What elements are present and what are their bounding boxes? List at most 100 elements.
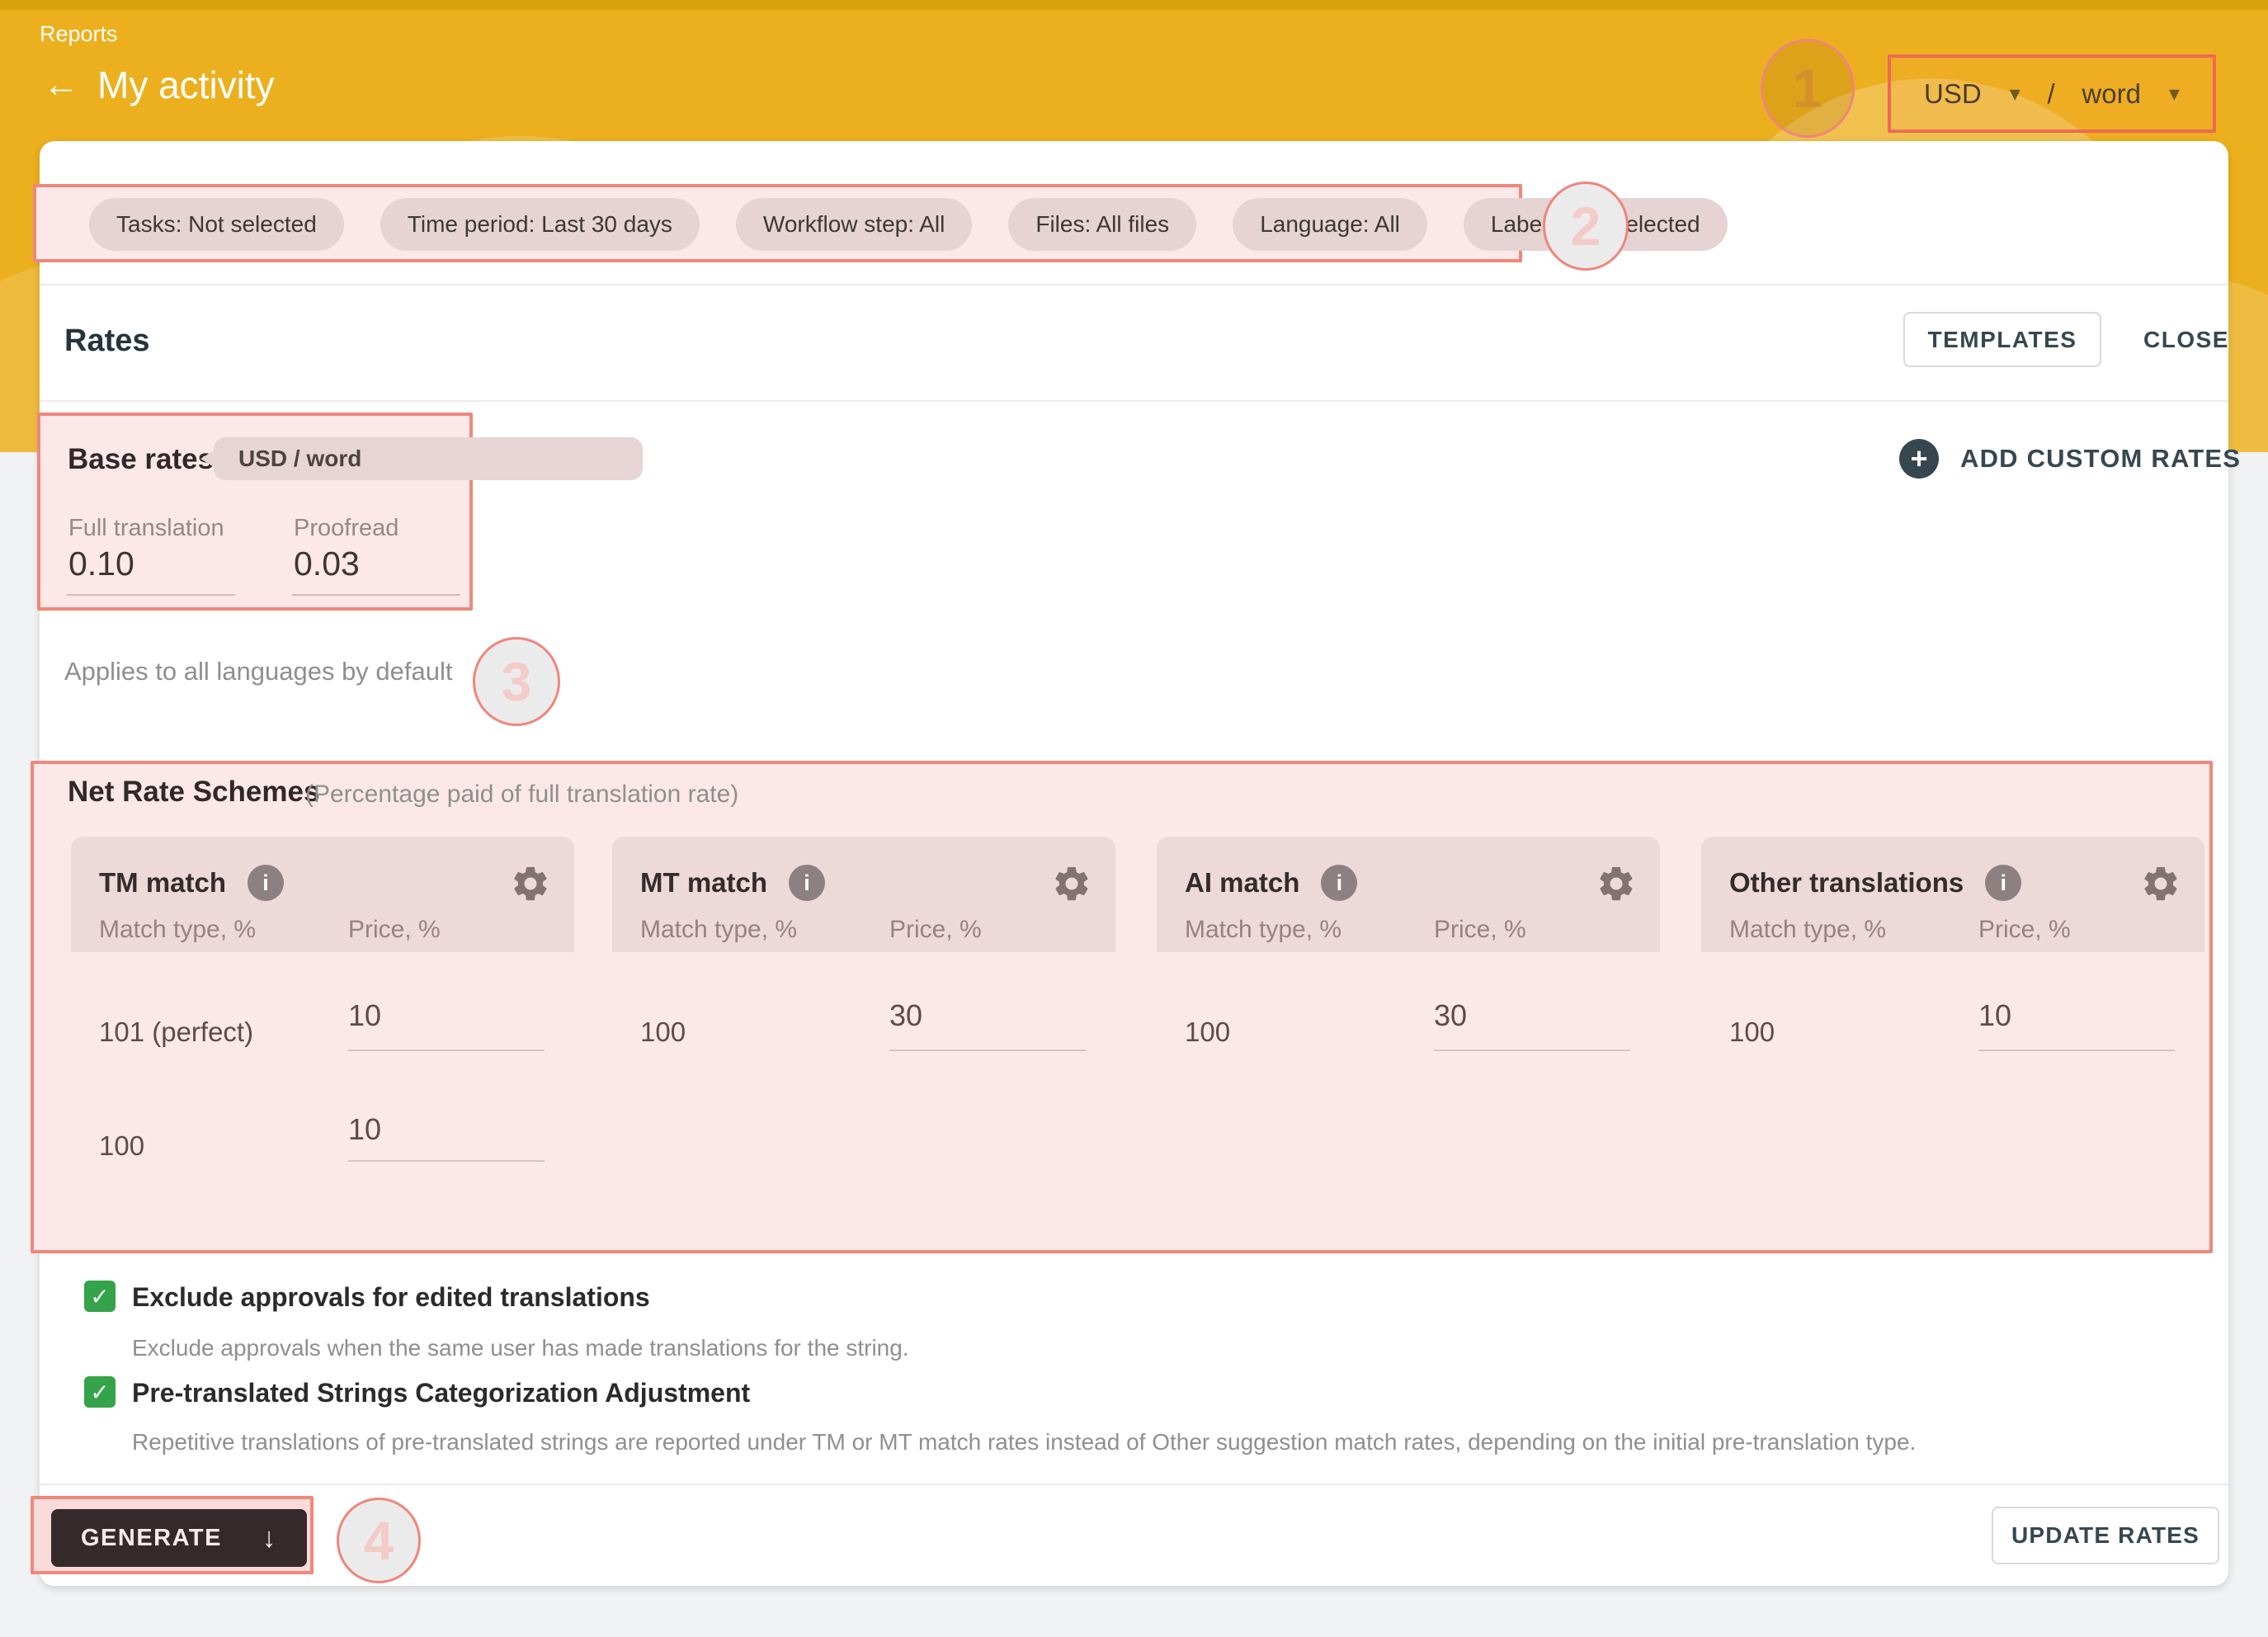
- match-type-column-label: Match type, %: [1729, 916, 1886, 944]
- net-rate-schemes-subtitle: (Percentage paid of full translation rat…: [305, 781, 738, 809]
- input-underline: [292, 594, 460, 596]
- base-rates-currency-badge: USD / word: [214, 437, 643, 480]
- input-underline: [1434, 1050, 1630, 1051]
- add-custom-rates-button[interactable]: + ADD CUSTOM RATES: [1899, 439, 2241, 479]
- unit-value: word: [2082, 78, 2141, 110]
- price-input[interactable]: 30: [889, 998, 922, 1033]
- full-translation-input[interactable]: 0.10: [68, 545, 134, 583]
- top-strip: [0, 0, 2268, 10]
- match-type-value: 100: [640, 1017, 686, 1048]
- price-column-label: Price, %: [1978, 916, 2071, 944]
- download-arrow-icon: ↓: [262, 1522, 278, 1554]
- full-translation-label: Full translation: [68, 515, 224, 542]
- exclude-approvals-description: Exclude approvals when the same user has…: [132, 1335, 909, 1361]
- badge-tail: [200, 450, 215, 468]
- rate-card-ai-match: AI match i Match type, % Price, % 100 30: [1157, 837, 1660, 1233]
- price-column-label: Price, %: [889, 916, 982, 944]
- rate-card-title: Other translations: [1729, 867, 1964, 899]
- rate-card-header: MT match i Match type, % Price, %: [612, 837, 1115, 952]
- base-rates-panel: Base rates USD / word Full translation 0…: [37, 413, 473, 611]
- input-underline: [889, 1050, 1086, 1051]
- rate-card-mt-match: MT match i Match type, % Price, % 100 30: [612, 837, 1115, 1233]
- divider: [40, 1484, 2228, 1485]
- exclude-approvals-label: Exclude approvals for edited translation…: [132, 1282, 650, 1313]
- match-type-value: 100: [99, 1130, 144, 1162]
- divider: [40, 284, 2228, 285]
- price-input[interactable]: 10: [348, 1112, 381, 1147]
- filter-chip-tasks[interactable]: Tasks: Not selected: [89, 198, 344, 251]
- annotation-step-3: 3: [473, 637, 560, 726]
- price-input[interactable]: 10: [348, 998, 381, 1033]
- filter-chip-language[interactable]: Language: All: [1233, 198, 1427, 251]
- update-rates-button[interactable]: UPDATE RATES: [1992, 1507, 2219, 1564]
- input-underline: [348, 1160, 545, 1162]
- price-input[interactable]: 10: [1978, 998, 2011, 1033]
- check-icon: ✓: [90, 1379, 109, 1406]
- currency-unit-picker: USD ▾ / word ▾: [1888, 54, 2216, 133]
- templates-button[interactable]: TEMPLATES: [1903, 312, 2101, 367]
- match-type-column-label: Match type, %: [640, 916, 797, 944]
- rate-card-title: MT match: [640, 867, 767, 899]
- annotation-step-1: 1: [1761, 39, 1855, 138]
- match-type-column-label: Match type, %: [99, 916, 256, 944]
- currency-select[interactable]: USD ▾: [1924, 78, 2020, 110]
- info-icon[interactable]: i: [248, 865, 284, 901]
- input-underline: [67, 594, 235, 596]
- price-input[interactable]: 30: [1434, 998, 1467, 1033]
- proofread-label: Proofread: [294, 515, 398, 542]
- base-rates-note: Applies to all languages by default: [64, 657, 453, 686]
- rate-card-title: AI match: [1185, 867, 1299, 899]
- plus-icon: +: [1899, 439, 1939, 479]
- price-column-label: Price, %: [1434, 916, 1526, 944]
- info-icon[interactable]: i: [1321, 865, 1357, 901]
- exclude-approvals-checkbox[interactable]: ✓: [84, 1281, 116, 1312]
- add-custom-rates-label: ADD CUSTOM RATES: [1960, 444, 2241, 474]
- gear-icon[interactable]: [510, 863, 551, 904]
- gear-icon[interactable]: [1596, 863, 1637, 904]
- check-icon: ✓: [90, 1283, 109, 1310]
- rate-card-tm-match: TM match i Match type, % Price, % 101 (p…: [71, 837, 574, 1233]
- proofread-input[interactable]: 0.03: [294, 545, 360, 583]
- gear-icon[interactable]: [2140, 863, 2181, 904]
- filter-chip-workflow-step[interactable]: Workflow step: All: [736, 198, 972, 251]
- page-title: My activity: [97, 66, 275, 104]
- rate-card-header: TM match i Match type, % Price, %: [71, 837, 574, 952]
- net-rate-schemes-title: Net Rate Schemes: [68, 776, 319, 809]
- divider: [40, 400, 2228, 402]
- annotation-step-2: 2: [1543, 182, 1629, 271]
- gear-icon[interactable]: [1051, 863, 1092, 904]
- my-activity-report-page: Reports ← My activity 1 USD ▾ / word ▾ T…: [0, 0, 2268, 1637]
- back-arrow-icon[interactable]: ←: [43, 67, 79, 103]
- match-type-value: 100: [1729, 1017, 1775, 1048]
- info-icon[interactable]: i: [1985, 865, 2021, 901]
- chevron-down-icon: ▾: [2010, 81, 2020, 106]
- currency-unit-separator: /: [2047, 78, 2054, 110]
- filters-highlight-box: Tasks: Not selected Time period: Last 30…: [33, 184, 1522, 262]
- match-type-value: 101 (perfect): [99, 1017, 253, 1048]
- match-type-column-label: Match type, %: [1185, 916, 1341, 944]
- pretranslated-adjustment-label: Pre-translated Strings Categorization Ad…: [132, 1378, 750, 1408]
- chevron-down-icon: ▾: [2169, 81, 2180, 106]
- currency-value: USD: [1924, 78, 1982, 110]
- rate-card-header: Other translations i Match type, % Price…: [1701, 837, 2204, 952]
- generate-label: GENERATE: [81, 1525, 222, 1552]
- info-icon[interactable]: i: [789, 865, 825, 901]
- net-rate-schemes-panel: Net Rate Schemes (Percentage paid of ful…: [31, 761, 2213, 1253]
- generate-highlight-box: GENERATE ↓: [31, 1496, 314, 1574]
- pretranslated-adjustment-checkbox[interactable]: ✓: [84, 1376, 116, 1408]
- annotation-step-4: 4: [337, 1498, 421, 1583]
- match-type-value: 100: [1185, 1017, 1230, 1048]
- rate-card-title: TM match: [99, 867, 226, 899]
- breadcrumb[interactable]: Reports: [40, 21, 118, 47]
- pretranslated-adjustment-description: Repetitive translations of pre-translate…: [132, 1429, 1916, 1455]
- filter-chip-files[interactable]: Files: All files: [1008, 198, 1196, 251]
- rate-card-other-translations: Other translations i Match type, % Price…: [1701, 837, 2204, 1233]
- filter-chip-time-period[interactable]: Time period: Last 30 days: [380, 198, 700, 251]
- generate-button[interactable]: GENERATE ↓: [51, 1509, 307, 1567]
- close-button[interactable]: CLOSE: [2137, 312, 2236, 367]
- base-rates-title: Base rates: [68, 443, 214, 476]
- price-column-label: Price, %: [348, 916, 441, 944]
- unit-select[interactable]: word ▾: [2082, 78, 2180, 110]
- rate-card-header: AI match i Match type, % Price, %: [1157, 837, 1660, 952]
- badge-label: USD / word: [238, 446, 361, 472]
